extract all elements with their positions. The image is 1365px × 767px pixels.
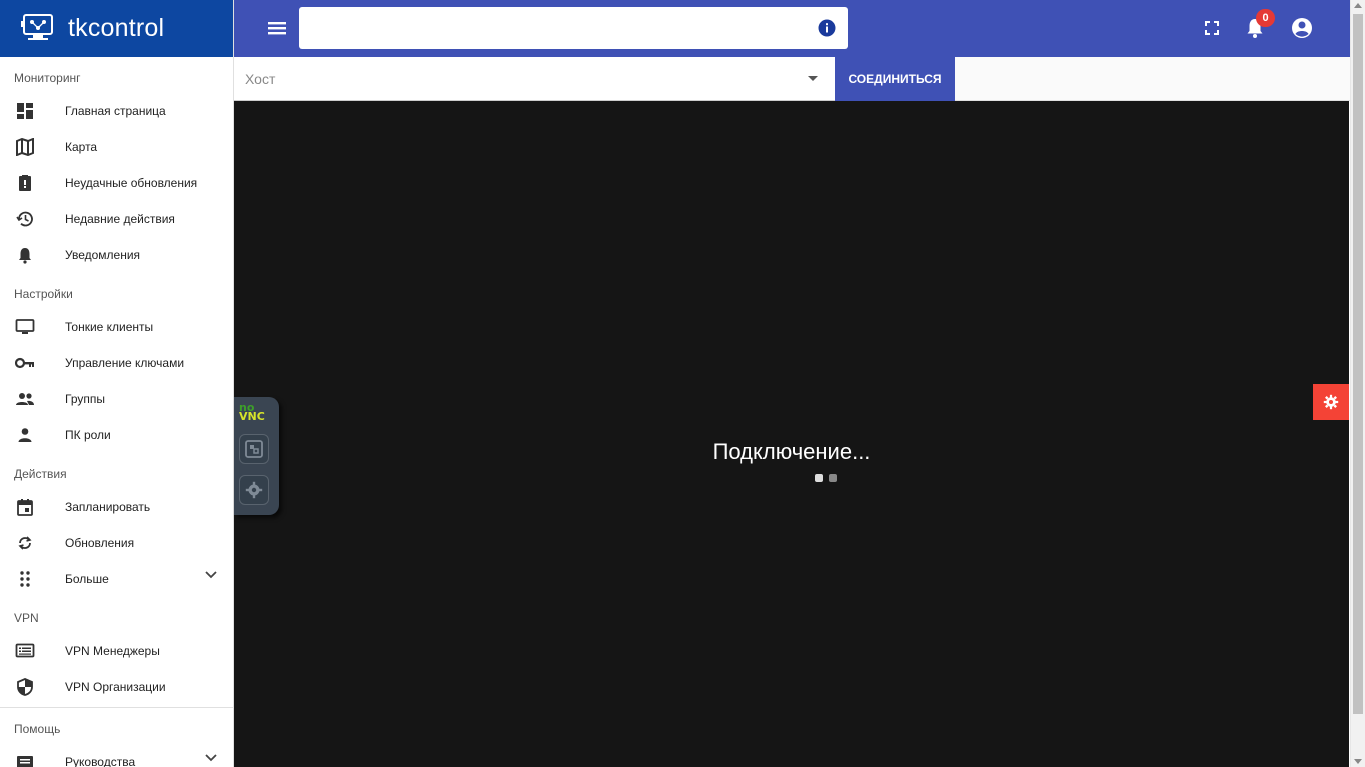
sidebar-item-label: Больше [65, 572, 109, 586]
group-icon [14, 388, 36, 410]
sidebar-item-map[interactable]: Карта [0, 129, 233, 165]
sidebar-item-recent-actions[interactable]: Недавние действия [0, 201, 233, 237]
vnc-settings-button[interactable] [239, 475, 269, 505]
sidebar-item-label: VPN Менеджеры [65, 644, 160, 658]
sidebar-item-label: Недавние действия [65, 212, 175, 226]
history-icon [14, 208, 36, 230]
sidebar-item-key-management[interactable]: Управление ключами [0, 345, 233, 381]
sidebar-item-vpn-organizations[interactable]: VPN Организации [0, 669, 233, 705]
chevron-down-icon[interactable] [205, 754, 217, 762]
brand-header[interactable]: tkcontrol [0, 0, 233, 57]
host-select[interactable]: Хост [234, 57, 835, 101]
chevron-down-icon[interactable] [205, 571, 217, 579]
dropdown-arrow-icon [808, 76, 818, 81]
shield-icon [14, 676, 36, 698]
map-icon [14, 136, 36, 158]
sidebar-item-label: Группы [65, 392, 105, 406]
sidebar-item-label: Главная страница [65, 104, 166, 118]
book-icon [14, 751, 36, 767]
section-title-help: Помощь [14, 722, 61, 736]
sidebar-item-pc-roles[interactable]: ПК роли [0, 417, 233, 453]
key-icon [14, 352, 36, 374]
connection-status: Подключение... [712, 439, 871, 464]
section-title-settings: Настройки [14, 287, 73, 301]
sidebar-item-thin-clients[interactable]: Тонкие клиенты [0, 309, 233, 345]
clipboard-alert-icon [14, 172, 36, 194]
sidebar-item-schedule[interactable]: Запланировать [0, 489, 233, 525]
notification-count-badge: 0 [1256, 9, 1275, 27]
loading-indicator [815, 474, 837, 482]
sidebar-item-label: Уведомления [65, 248, 141, 262]
sidebar-item-vpn-managers[interactable]: VPN Менеджеры [0, 633, 233, 669]
sidebar-item-home[interactable]: Главная страница [0, 93, 233, 129]
person-icon [14, 424, 36, 446]
dots-grid-icon [14, 568, 36, 590]
scroll-down-arrow-icon[interactable] [1354, 759, 1362, 764]
sidebar-item-label: ПК роли [65, 428, 111, 442]
top-app-bar [234, 0, 1350, 57]
bell-icon [14, 244, 36, 266]
sidebar-item-label: Обновления [65, 536, 135, 550]
sidebar-item-groups[interactable]: Группы [0, 381, 233, 417]
fullscreen-icon[interactable] [1204, 20, 1220, 36]
sidebar-item-more[interactable]: Больше [0, 561, 233, 597]
calendar-icon [14, 496, 36, 518]
monitor-network-logo [21, 13, 53, 40]
sidebar-item-label: Карта [65, 140, 98, 154]
section-title-vpn: VPN [14, 611, 39, 625]
host-placeholder: Хост [245, 71, 276, 87]
host-bar: Хост СОЕДИНИТЬСЯ [234, 57, 1350, 101]
sidebar: tkcontrol Мониторинг Главная страница Ка… [0, 0, 234, 767]
gear-icon [245, 481, 263, 499]
settings-tab[interactable] [1313, 384, 1349, 420]
scrollbar-thumb[interactable] [1353, 14, 1363, 714]
novnc-logo: no VNC [239, 401, 265, 423]
sidebar-item-label: Неудачные обновления [65, 176, 198, 190]
info-icon[interactable] [818, 19, 836, 37]
sidebar-item-guides[interactable]: Руководства [0, 744, 233, 767]
vnc-canvas[interactable]: no VNC Подключение... [234, 101, 1349, 767]
section-title-monitoring: Мониторинг [14, 71, 81, 85]
account-icon[interactable] [1291, 17, 1313, 39]
loading-dot [815, 474, 823, 482]
sidebar-item-updates[interactable]: Обновления [0, 525, 233, 561]
sidebar-item-label: Тонкие клиенты [65, 320, 154, 334]
monitor-icon [14, 316, 36, 338]
search-input[interactable] [299, 7, 799, 49]
sidebar-item-label: Управление ключами [65, 356, 185, 370]
search-box [299, 7, 848, 49]
sidebar-item-label: VPN Организации [65, 680, 166, 694]
sidebar-item-label: Запланировать [65, 500, 151, 514]
sync-icon [14, 532, 36, 554]
dashboard-icon [14, 100, 36, 122]
section-title-actions: Действия [14, 467, 67, 481]
list-icon [14, 640, 36, 662]
sidebar-item-failed-updates[interactable]: Неудачные обновления [0, 165, 233, 201]
loading-dot [829, 474, 837, 482]
gear-icon [1323, 394, 1339, 410]
scroll-up-arrow-icon[interactable] [1354, 3, 1362, 8]
app-name: tkcontrol [68, 14, 165, 42]
connect-button[interactable]: СОЕДИНИТЬСЯ [835, 57, 955, 101]
menu-icon[interactable] [268, 17, 286, 39]
sidebar-item-notifications[interactable]: Уведомления [0, 237, 233, 273]
page-scrollbar[interactable] [1350, 0, 1365, 767]
sidebar-item-label: Руководства [65, 755, 136, 767]
